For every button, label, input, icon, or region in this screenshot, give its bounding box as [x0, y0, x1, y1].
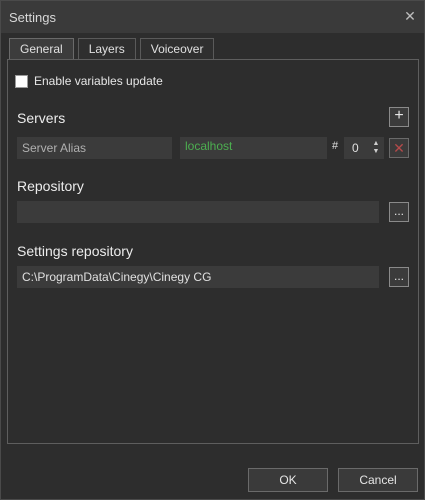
close-icon[interactable]: ✕	[402, 8, 418, 24]
server-alias-placeholder: Server Alias	[22, 141, 87, 155]
server-index-value: 0	[352, 141, 359, 155]
general-panel: Enable variables update Servers + Server…	[7, 59, 419, 444]
enable-variables-update-checkbox[interactable]	[15, 74, 28, 88]
enable-variables-update-label: Enable variables update	[34, 74, 163, 88]
settings-repository-value: C:\ProgramData\Cinegy\Cinegy CG	[22, 270, 212, 284]
tab-voiceover[interactable]: Voiceover	[139, 38, 215, 59]
repository-browse-button[interactable]: ...	[389, 202, 409, 222]
browse-label: ...	[393, 204, 404, 218]
repository-input[interactable]	[17, 201, 379, 223]
ok-button[interactable]: OK	[248, 468, 328, 492]
tab-layers[interactable]: Layers	[77, 38, 136, 59]
settings-window: Settings ✕ General Layers Voiceover Enab…	[0, 0, 425, 500]
plus-icon: +	[394, 107, 404, 124]
server-host-input[interactable]: localhost	[180, 137, 327, 159]
settings-repository-browse-button[interactable]: ...	[389, 267, 409, 287]
port-hash-label: #	[332, 140, 339, 152]
title-bar[interactable]: Settings ✕	[1, 1, 424, 33]
add-server-button[interactable]: +	[389, 107, 409, 127]
settings-repository-input[interactable]: C:\ProgramData\Cinegy\Cinegy CG	[17, 266, 379, 288]
server-index-stepper[interactable]: 0 ▲ ▼	[344, 137, 384, 159]
cancel-button[interactable]: Cancel	[338, 468, 418, 492]
repository-title: Repository	[17, 178, 84, 194]
settings-repository-title: Settings repository	[17, 243, 133, 259]
delete-icon: ✕	[393, 140, 405, 156]
window-title: Settings	[9, 10, 56, 25]
stepper-arrows-icon[interactable]: ▲ ▼	[371, 140, 381, 156]
enable-variables-update-row[interactable]: Enable variables update	[15, 74, 163, 88]
tab-general[interactable]: General	[9, 38, 74, 60]
server-host-value: localhost	[185, 139, 233, 153]
delete-server-button[interactable]: ✕	[389, 138, 409, 158]
browse-label: ...	[393, 269, 404, 283]
tab-bar: General Layers Voiceover	[9, 38, 215, 60]
servers-title: Servers	[17, 110, 66, 126]
server-alias-input[interactable]: Server Alias	[17, 137, 172, 159]
